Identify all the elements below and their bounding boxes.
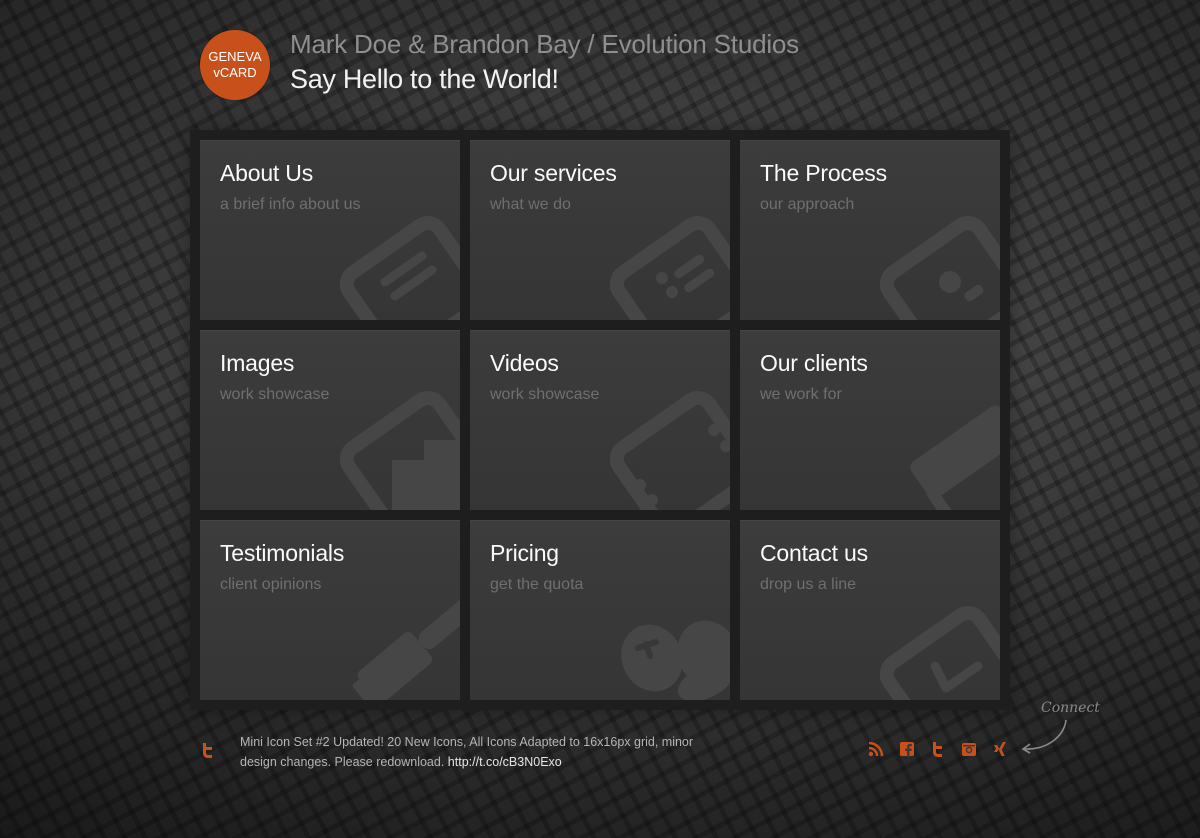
twitter-icon[interactable]	[930, 741, 946, 757]
profile-card-icon	[880, 215, 1000, 320]
tile-subtitle: what we do	[490, 196, 571, 213]
curved-arrow-icon	[1021, 719, 1067, 754]
tile-title: Testimonials	[220, 540, 345, 566]
tile-subtitle: drop us a line	[760, 576, 857, 593]
film-icon	[610, 390, 730, 510]
mail-icon	[880, 605, 1000, 700]
logo-line-2: vCARD	[213, 65, 257, 80]
instagram-icon[interactable]	[961, 741, 977, 757]
header: GENEVA vCARD Mark Doe & Brandon Bay / Ev…	[200, 29, 900, 101]
tile-pricing[interactable]: Pricing get the quota	[470, 520, 730, 700]
tile-our-clients[interactable]: Our clients we work for	[740, 330, 1000, 510]
logo-line-1: GENEVA	[208, 49, 262, 64]
tile-subtitle: work showcase	[220, 386, 330, 403]
document-icon	[340, 215, 460, 320]
image-icon	[340, 390, 460, 510]
social-links	[868, 741, 1008, 759]
tile-videos[interactable]: Videos work showcase	[470, 330, 730, 510]
tile-title: Videos	[490, 350, 559, 376]
tile-contact-us[interactable]: Contact us drop us a line	[740, 520, 1000, 700]
latest-tweet: Mini Icon Set #2 Updated! 20 New Icons, …	[240, 732, 710, 772]
tile-the-process[interactable]: The Process our approach	[740, 140, 1000, 320]
coins-icon	[621, 620, 730, 700]
xing-icon[interactable]	[992, 741, 1008, 757]
tile-testimonials[interactable]: Testimonials client opinions	[200, 520, 460, 700]
tile-title: Images	[220, 350, 295, 376]
menu-grid: About Us a brief info about us Our servi…	[190, 130, 1010, 710]
list-card-icon	[610, 215, 730, 320]
tile-title: Pricing	[490, 540, 559, 566]
tile-title: Contact us	[760, 540, 868, 566]
tile-subtitle: client opinions	[220, 576, 322, 593]
site-title: Say Hello to the World!	[290, 64, 559, 94]
site-subtitle: Mark Doe & Brandon Bay / Evolution Studi…	[290, 29, 799, 59]
twitter-icon[interactable]	[200, 742, 216, 758]
tweet-link[interactable]: http://t.co/cB3N0Exo	[448, 755, 562, 769]
facebook-icon[interactable]	[899, 741, 915, 757]
rss-icon[interactable]	[868, 741, 884, 757]
tile-title: The Process	[760, 160, 887, 186]
tile-title: Our services	[490, 160, 617, 186]
tile-subtitle: get the quota	[490, 576, 584, 593]
tile-our-services[interactable]: Our services what we do	[470, 140, 730, 320]
tile-title: About Us	[220, 160, 314, 186]
brush-icon	[352, 595, 460, 700]
client-card-icon	[910, 405, 1000, 510]
tile-images[interactable]: Images work showcase	[200, 330, 460, 510]
tile-title: Our clients	[760, 350, 868, 376]
tile-subtitle: work showcase	[490, 386, 600, 403]
tile-subtitle: we work for	[760, 386, 842, 403]
tile-about-us[interactable]: About Us a brief info about us	[200, 140, 460, 320]
logo-badge[interactable]: GENEVA vCARD	[200, 30, 270, 100]
connect-label: Connect	[1041, 700, 1100, 716]
tile-subtitle: our approach	[760, 196, 855, 213]
